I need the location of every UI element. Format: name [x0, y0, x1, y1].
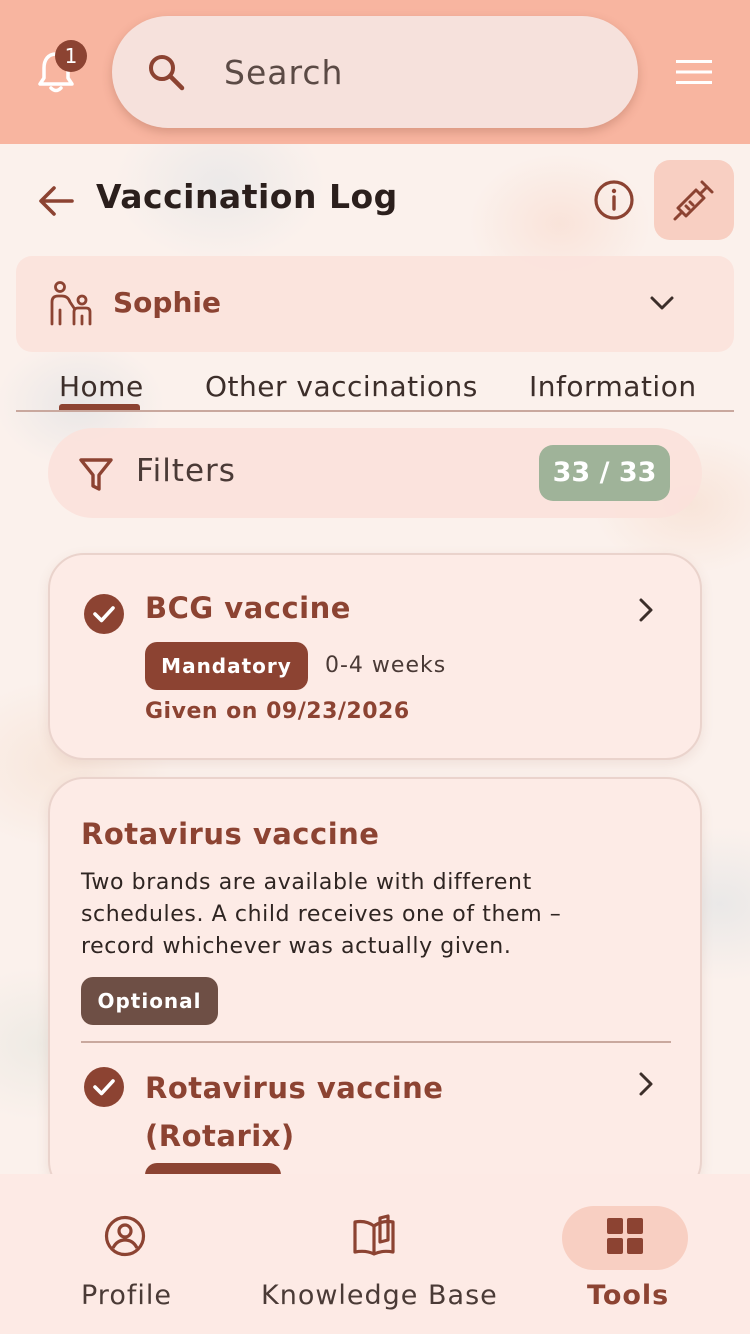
chevron-right-icon [639, 1072, 653, 1096]
filter-icon [79, 458, 113, 491]
vaccine-group-card: Rotavirus vaccine Two brands are availab… [48, 777, 702, 1211]
chevron-down-icon [650, 296, 674, 310]
chevron-right-icon [639, 598, 653, 622]
divider [81, 1041, 671, 1043]
given-date: Given on 09/23/2026 [145, 699, 410, 724]
nav-knowledge-base[interactable]: Knowledge Base [255, 1174, 498, 1334]
optional-tag: Optional [81, 977, 218, 1025]
nav-profile[interactable]: Profile [60, 1174, 190, 1334]
tab-bar: Home Other vaccinations Information [16, 360, 734, 412]
vaccine-group-title: Rotavirus vaccine [81, 817, 380, 851]
top-bar: 1 [0, 0, 750, 144]
notification-badge: 1 [55, 40, 87, 72]
search-icon [149, 55, 185, 91]
check-circle-icon [84, 1067, 124, 1107]
tab-information[interactable]: Information [529, 370, 697, 403]
results-count-badge: 33 / 33 [539, 445, 670, 501]
child-selector[interactable]: Sophie [16, 256, 734, 352]
hamburger-menu-icon[interactable] [674, 56, 714, 88]
bottom-navigation: Profile Knowledge Base Tools [0, 1174, 750, 1334]
check-circle-icon [84, 594, 124, 634]
nav-profile-label: Profile [81, 1280, 172, 1311]
search-input[interactable] [224, 46, 604, 98]
vaccine-description: Two brands are available with different … [81, 870, 562, 959]
profile-icon [104, 1215, 146, 1257]
tab-home[interactable]: Home [59, 370, 144, 403]
vaccine-card[interactable]: BCG vaccine Mandatory 0-4 weeks Given on… [48, 553, 702, 760]
age-range: 0-4 weeks [325, 653, 447, 678]
child-name: Sophie [113, 286, 221, 319]
parent-child-icon [50, 281, 92, 326]
page-title: Vaccination Log [96, 177, 398, 216]
back-arrow-icon[interactable] [36, 180, 78, 222]
tab-other-vaccinations[interactable]: Other vaccinations [205, 370, 478, 403]
vaccine-title: BCG vaccine [145, 591, 351, 625]
nav-knowledge-base-label: Knowledge Base [261, 1280, 498, 1311]
filters-label: Filters [136, 453, 236, 489]
active-tab-indicator [59, 404, 140, 410]
nav-tools[interactable]: Tools [560, 1174, 690, 1334]
syringe-icon [673, 180, 714, 221]
nav-tools-label: Tools [587, 1280, 670, 1311]
vaccine-sub-title: Rotavirus vaccine (Rotarix) [145, 1071, 444, 1153]
grid-icon [607, 1218, 643, 1254]
book-icon [353, 1214, 395, 1256]
filters-bar[interactable]: Filters 33 / 33 [48, 428, 702, 518]
add-vaccination-button[interactable] [654, 160, 734, 240]
mandatory-tag: Mandatory [145, 642, 308, 690]
search-bar[interactable] [112, 16, 638, 128]
info-icon[interactable] [592, 178, 636, 222]
